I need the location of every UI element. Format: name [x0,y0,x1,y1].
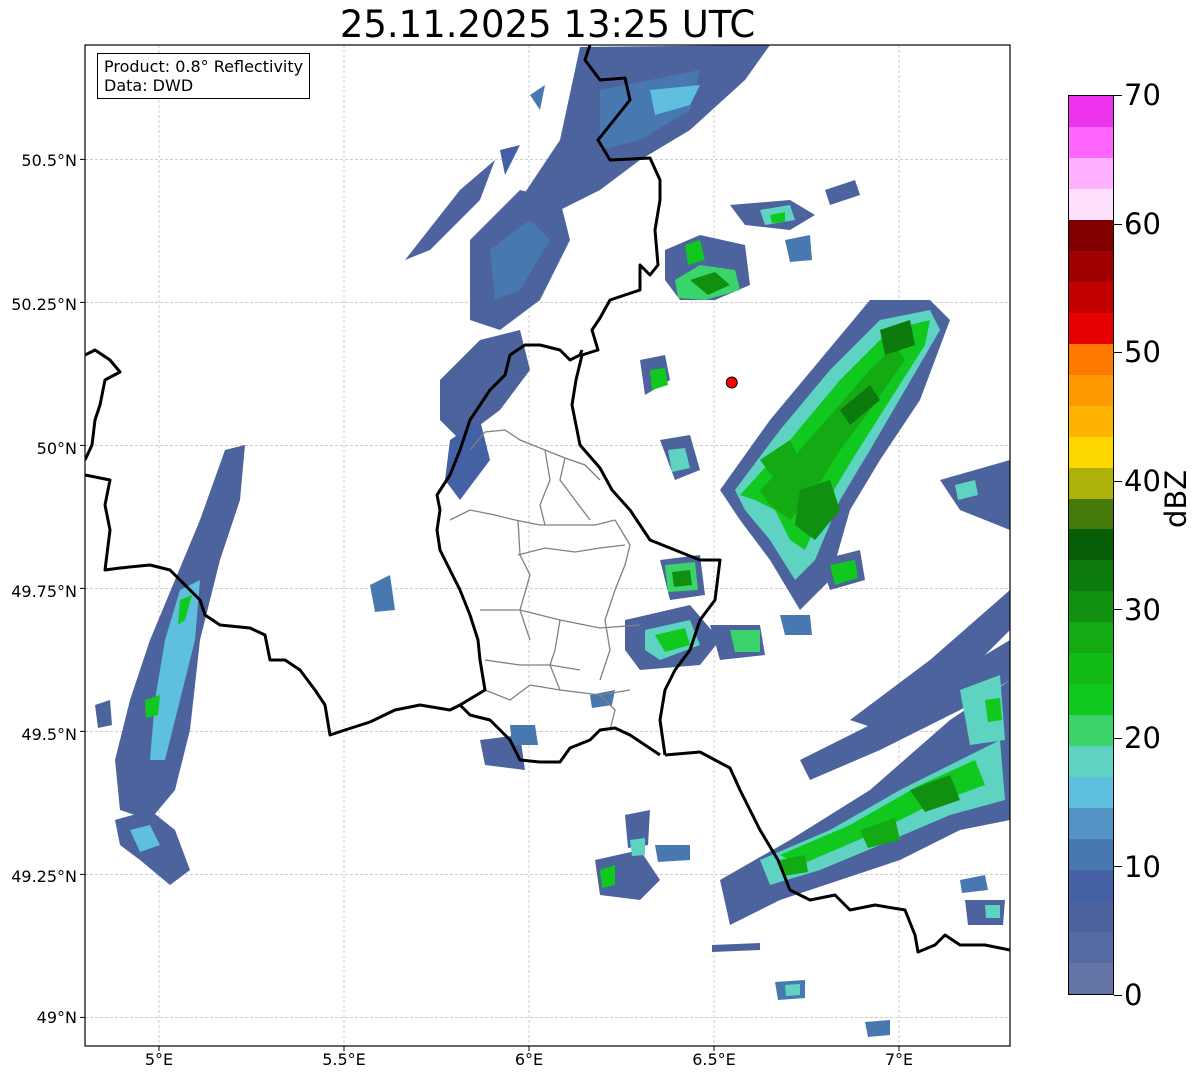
colorbar-step [1069,95,1113,127]
colorbar-step [1069,157,1113,189]
colorbar-tick [1114,352,1122,353]
colorbar-step [1069,467,1113,499]
lat-label-49-25: 49.25°N [11,867,77,886]
lon-label-5-5: 5.5°E [322,1050,366,1069]
lat-label-49: 49°N [36,1008,77,1027]
colorbar-label-60: 60 [1124,207,1161,241]
colorbar-step [1069,901,1113,933]
colorbar-step [1069,250,1113,282]
radar-site-marker [725,376,738,389]
lat-label-50-5: 50.5°N [21,151,77,170]
colorbar-label-20: 20 [1124,721,1161,755]
colorbar-step [1069,405,1113,437]
colorbar-step [1069,281,1113,313]
colorbar-label-30: 30 [1124,593,1161,627]
colorbar-tick [1114,481,1122,482]
colorbar-label-50: 50 [1124,335,1161,369]
product-info-box: Product: 0.8° Reflectivity Data: DWD [97,53,311,99]
radar-map [80,44,1011,1051]
colorbar-tick [1114,609,1122,610]
colorbar-step [1069,126,1113,158]
lat-label-49-75: 49.75°N [11,582,77,601]
colorbar [1068,95,1114,995]
colorbar-tick [1114,866,1122,867]
colorbar-step [1069,684,1113,716]
colorbar-tick [1114,738,1122,739]
colorbar-label-40: 40 [1124,464,1161,498]
colorbar-tick [1114,995,1122,996]
colorbar-step [1069,529,1113,561]
lon-label-6-5: 6.5°E [692,1050,736,1069]
colorbar-step [1069,715,1113,747]
lon-label-5: 5°E [144,1050,174,1069]
lat-label-50-25: 50.25°N [11,295,77,314]
colorbar-tick [1114,224,1122,225]
colorbar-step [1069,932,1113,964]
colorbar-step [1069,746,1113,778]
colorbar-step [1069,312,1113,344]
lon-label-7: 7°E [884,1050,914,1069]
colorbar-unit-label: dBZ [1159,469,1193,528]
lat-label-50: 50°N [36,439,77,458]
colorbar-label-70: 70 [1124,78,1161,112]
colorbar-step [1069,839,1113,871]
colorbar-step [1069,870,1113,902]
data-source-label: Data: DWD [104,76,194,95]
product-label: Product: 0.8° Reflectivity [104,57,304,76]
colorbar-label-10: 10 [1124,850,1161,884]
colorbar-step [1069,498,1113,530]
colorbar-step [1069,219,1113,251]
lon-label-6: 6°E [514,1050,544,1069]
colorbar-step [1069,591,1113,623]
colorbar-step [1069,777,1113,809]
colorbar-step [1069,808,1113,840]
colorbar-step [1069,622,1113,654]
colorbar-label-0: 0 [1124,978,1143,1012]
colorbar-tick [1114,95,1122,96]
colorbar-step [1069,560,1113,592]
colorbar-step [1069,374,1113,406]
colorbar-step [1069,436,1113,468]
colorbar-step [1069,963,1113,994]
colorbar-step [1069,343,1113,375]
colorbar-step [1069,188,1113,220]
lat-label-49-5: 49.5°N [21,725,77,744]
colorbar-step [1069,653,1113,685]
